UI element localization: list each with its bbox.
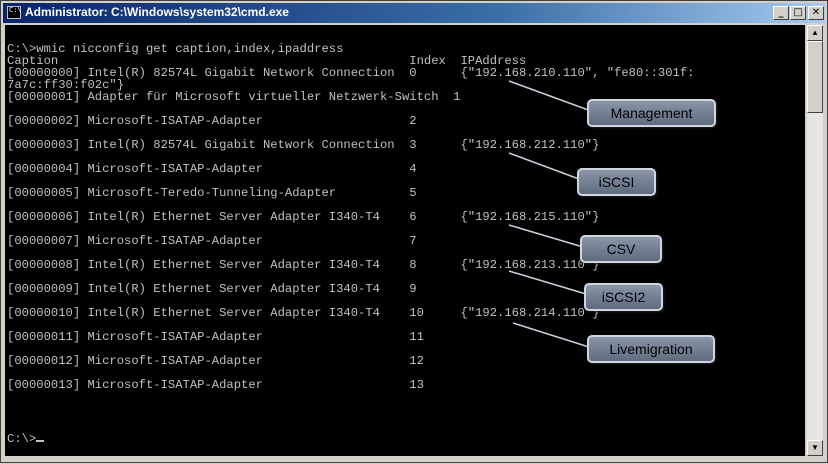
window-title: Administrator: C:\Windows\system32\cmd.e…: [25, 5, 289, 19]
text-cursor: [36, 440, 45, 442]
close-button[interactable]: ✕: [808, 6, 824, 20]
console-output[interactable]: C:\>wmic nicconfig get caption,index,ipa…: [5, 25, 805, 456]
title-bar[interactable]: Administrator: C:\Windows\system32\cmd.e…: [3, 3, 825, 23]
vertical-scrollbar[interactable]: ▲ ▼: [807, 25, 823, 456]
minimize-button[interactable]: _: [773, 6, 789, 20]
scroll-thumb[interactable]: [807, 41, 823, 113]
scroll-down-button[interactable]: ▼: [807, 440, 823, 456]
console-prompt[interactable]: C:\>: [7, 432, 45, 446]
scroll-up-button[interactable]: ▲: [807, 25, 823, 41]
console-line: [00000005] Microsoft-Teredo-Tunneling-Ad…: [7, 186, 417, 200]
console-line: [00000002] Microsoft-ISATAP-Adapter 2: [7, 114, 417, 128]
console-line: [00000008] Intel(R) Ethernet Server Adap…: [7, 258, 600, 272]
console-line: [00000011] Microsoft-ISATAP-Adapter 11: [7, 330, 424, 344]
console-line: [00000012] Microsoft-ISATAP-Adapter 12: [7, 354, 424, 368]
console-line: [00000003] Intel(R) 82574L Gigabit Netwo…: [7, 138, 600, 152]
callout-livemigration: Livemigration: [587, 335, 715, 363]
console-line: [00000001] Adapter für Microsoft virtuel…: [7, 90, 461, 104]
console-line: [00000004] Microsoft-ISATAP-Adapter 4: [7, 162, 417, 176]
prompt-text: C:\>: [7, 432, 37, 446]
console-line: [00000006] Intel(R) Ethernet Server Adap…: [7, 210, 600, 224]
console-window-icon[interactable]: [7, 6, 22, 19]
console-line: [00000007] Microsoft-ISATAP-Adapter 7: [7, 234, 417, 248]
console-line: [00000013] Microsoft-ISATAP-Adapter 13: [7, 378, 424, 392]
console-line: [00000010] Intel(R) Ethernet Server Adap…: [7, 306, 600, 320]
callout-management: Management: [587, 99, 716, 127]
maximize-button[interactable]: □: [790, 6, 806, 20]
callout-csv: CSV: [580, 235, 662, 263]
console-line: [00000009] Intel(R) Ethernet Server Adap…: [7, 282, 417, 296]
callout-iscsi: iSCSI: [577, 168, 656, 196]
cmd-window: Administrator: C:\Windows\system32\cmd.e…: [0, 0, 828, 463]
callout-iscsi2: iSCSI2: [584, 283, 663, 311]
